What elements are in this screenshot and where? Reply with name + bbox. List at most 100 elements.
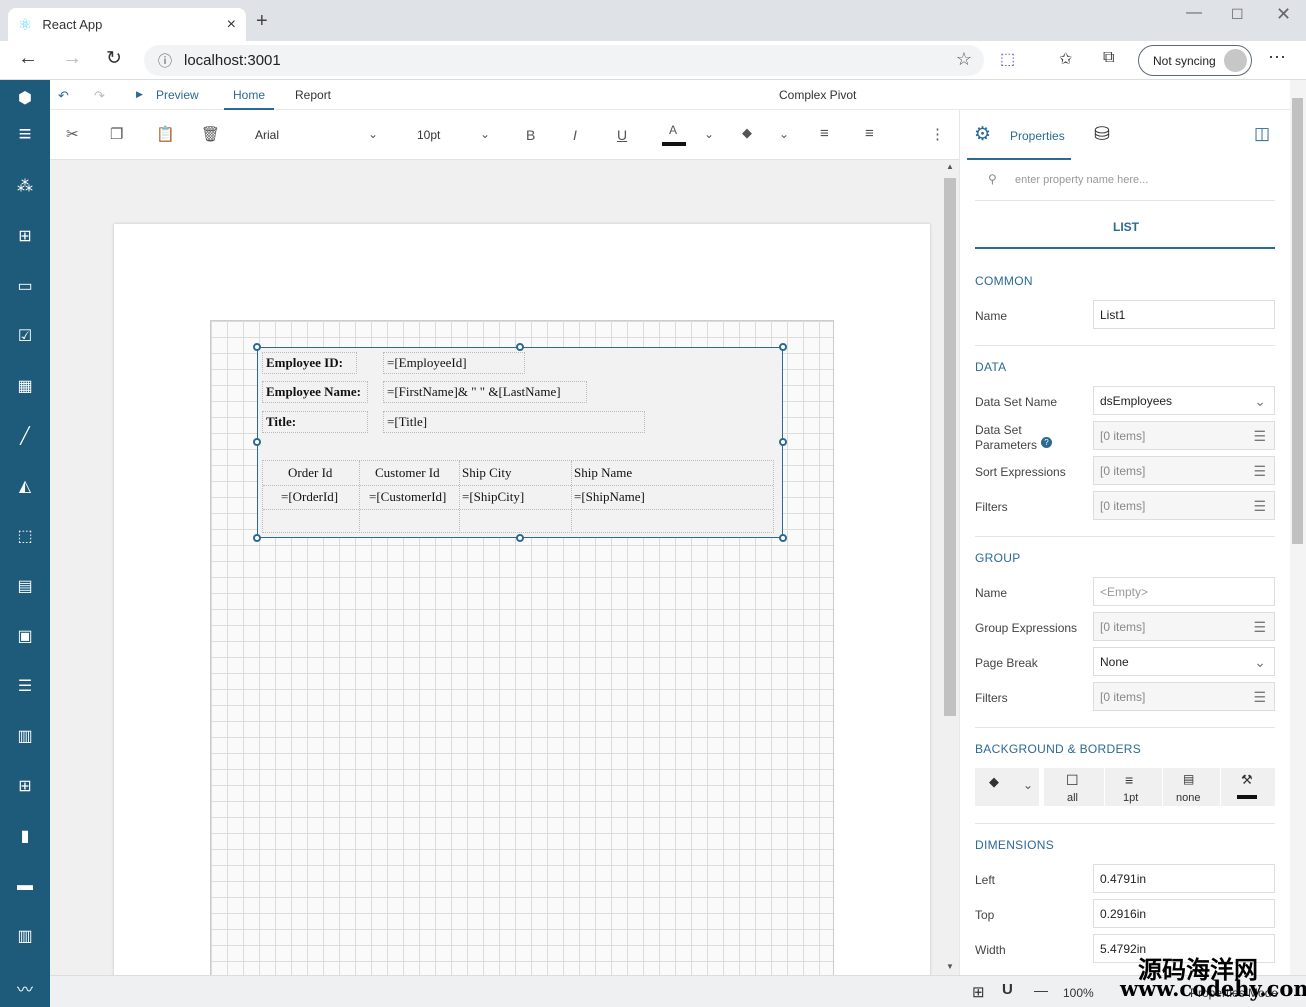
size-chevron-down-icon[interactable]: ⌄	[480, 127, 490, 141]
paste-icon[interactable]: 📋	[156, 125, 175, 143]
resize-handle[interactable]	[516, 343, 524, 351]
textbox-icon[interactable]: ▭	[13, 274, 37, 298]
collections-icon[interactable]: ⧉	[1103, 49, 1114, 67]
rich-text-icon[interactable]: ▤	[13, 574, 37, 598]
new-tab-icon[interactable]: +	[256, 10, 268, 33]
left-field[interactable]: 0.4791in	[1093, 864, 1275, 893]
tab-home[interactable]: Home	[233, 88, 265, 102]
align-left-icon[interactable]: ≡	[820, 125, 829, 142]
window-close-icon[interactable]: ✕	[1276, 4, 1291, 25]
forward-icon[interactable]: →	[62, 47, 82, 70]
table-detail-cell[interactable]: =[ShipName]	[574, 489, 645, 505]
more-options-icon[interactable]: ⋮	[930, 125, 945, 143]
data-tree-icon[interactable]: ⁂	[13, 174, 37, 198]
font-color-chevron-icon[interactable]: ⌄	[704, 127, 714, 141]
employee-name-label[interactable]: Employee Name:	[262, 381, 368, 403]
align-center-icon[interactable]: ≡	[865, 125, 874, 142]
hamburger-menu-icon[interactable]: ≡	[13, 121, 37, 146]
canvas-scrollbar[interactable]: ▲ ▼	[942, 160, 959, 975]
bullet-icon[interactable]: ▬	[13, 874, 37, 898]
image-icon[interactable]: ▣	[13, 624, 37, 648]
resize-handle[interactable]	[253, 534, 261, 542]
undo-icon[interactable]: ↶	[58, 88, 69, 104]
url-field[interactable]: ⓘ localhost:3001 ☆	[144, 45, 984, 76]
title-label[interactable]: Title:	[262, 411, 368, 433]
bold-button[interactable]: B	[526, 127, 535, 143]
italic-button[interactable]: I	[573, 127, 577, 143]
table-header-cell[interactable]: Customer Id	[375, 465, 440, 481]
chart-icon[interactable]: ▮	[13, 824, 37, 848]
list-editor-icon[interactable]: ☰	[1253, 619, 1266, 636]
container-icon[interactable]: ▦	[13, 374, 37, 398]
redo-icon[interactable]: ↷	[94, 88, 105, 104]
table-detail-cell[interactable]: =[OrderId]	[281, 489, 338, 505]
resize-handle[interactable]	[253, 343, 261, 351]
database-icon[interactable]: ⛁	[1094, 123, 1110, 146]
more-menu-icon[interactable]: ⋯	[1268, 47, 1286, 68]
panel-scroll-thumb[interactable]	[1292, 98, 1303, 544]
border-color-button[interactable]: ⚒	[1221, 768, 1275, 806]
dataset-select[interactable]: dsEmployees ⌄	[1093, 386, 1275, 415]
zoom-level[interactable]: 100%	[1063, 986, 1094, 1000]
sparkline-icon[interactable]: 〰	[13, 976, 37, 1000]
page-break-select[interactable]: None ⌄	[1093, 647, 1275, 676]
preview-play-icon[interactable]: ▶	[136, 89, 143, 100]
close-tab-icon[interactable]: ×	[227, 16, 236, 34]
copy-icon[interactable]: ❐	[110, 125, 123, 143]
list-editor-icon[interactable]: ☰	[1253, 689, 1266, 706]
group-filters-field[interactable]: [0 items] ☰	[1093, 682, 1275, 711]
components-icon[interactable]: ⊞	[13, 224, 37, 248]
dataset-parameters-field[interactable]: [0 items] ☰	[1093, 421, 1275, 450]
list-editor-icon[interactable]: ☰	[1253, 498, 1266, 515]
orders-table[interactable]: Order Id Customer Id Ship City Ship Name…	[262, 460, 774, 533]
matrix-icon[interactable]: ⊞	[13, 774, 37, 798]
fill-chevron-icon[interactable]: ⌄	[779, 127, 789, 141]
collapse-panel-icon[interactable]: ◫	[1254, 124, 1270, 144]
barcode-icon[interactable]: ▥	[13, 924, 37, 948]
border-style-button[interactable]: ▤ none	[1163, 768, 1220, 806]
list-control[interactable]: Employee ID: =[EmployeeId] Employee Name…	[253, 343, 787, 542]
group-name-field[interactable]: <Empty>	[1093, 577, 1275, 606]
panel-scrollbar[interactable]	[1290, 80, 1306, 975]
cut-icon[interactable]: ✂	[66, 125, 79, 143]
list-icon[interactable]: ☰	[13, 674, 37, 698]
tab-report[interactable]: Report	[295, 88, 331, 102]
font-family-select[interactable]: Arial	[255, 128, 279, 142]
minimize-icon[interactable]: —	[1186, 4, 1202, 22]
preview-button[interactable]: Preview	[156, 88, 199, 102]
input-field-icon[interactable]: ⬚	[13, 524, 37, 548]
shape-icon[interactable]: ◭	[13, 474, 37, 498]
title-expr[interactable]: =[Title]	[383, 411, 645, 433]
snap-toggle-icon[interactable]: U	[1002, 981, 1013, 998]
border-all-button[interactable]: ☐ all	[1044, 768, 1104, 806]
browser-tab[interactable]: ⚛ React App ×	[8, 8, 246, 41]
tab-properties[interactable]: Properties	[1010, 129, 1065, 143]
profile-sync-button[interactable]: Not syncing	[1138, 45, 1252, 76]
font-size-select[interactable]: 10pt	[417, 128, 440, 142]
table-header-cell[interactable]: Ship City	[462, 465, 512, 481]
border-width-button[interactable]: ≡ 1pt	[1105, 768, 1162, 806]
resize-handle[interactable]	[779, 534, 787, 542]
checkbox-icon[interactable]: ☑	[13, 324, 37, 348]
back-icon[interactable]: ←	[18, 47, 38, 70]
name-field[interactable]: List1	[1093, 300, 1275, 329]
scroll-up-icon[interactable]: ▲	[946, 162, 954, 171]
font-chevron-down-icon[interactable]: ⌄	[368, 127, 378, 141]
resize-handle[interactable]	[253, 438, 261, 446]
line-icon[interactable]: ╱	[13, 424, 37, 448]
table-header-cell[interactable]: Order Id	[288, 465, 332, 481]
background-color-picker[interactable]: ◆ ⌄	[975, 768, 1039, 806]
delete-icon[interactable]: 🗑	[201, 125, 220, 143]
extension-icon[interactable]: ⬚	[1000, 49, 1015, 69]
design-canvas[interactable]: Employee ID: =[EmployeeId] Employee Name…	[50, 160, 942, 975]
group-expressions-field[interactable]: [0 items] ☰	[1093, 612, 1275, 641]
scroll-thumb[interactable]	[944, 178, 956, 716]
refresh-icon[interactable]: ↻	[106, 47, 122, 70]
scroll-down-icon[interactable]: ▼	[946, 962, 954, 971]
favorite-star-icon[interactable]: ☆	[956, 49, 972, 70]
table-detail-cell[interactable]: =[CustomerId]	[369, 489, 446, 505]
table-detail-cell[interactable]: =[ShipCity]	[462, 489, 524, 505]
list-editor-icon[interactable]: ☰	[1253, 463, 1266, 480]
zoom-out-icon[interactable]: —	[1034, 982, 1048, 998]
property-search-input[interactable]: enter property name here...	[1015, 174, 1148, 186]
